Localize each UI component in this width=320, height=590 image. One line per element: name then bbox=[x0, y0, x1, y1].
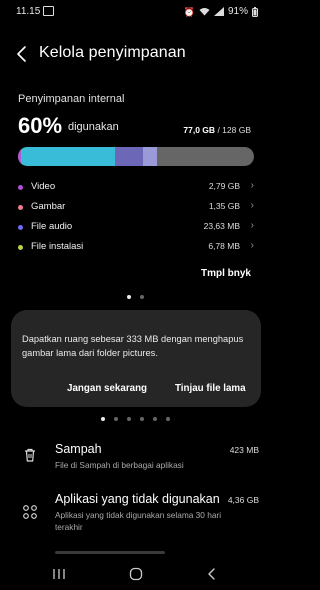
battery-percent: 91% bbox=[227, 6, 248, 17]
category-video[interactable]: Video 2,79 GB › bbox=[18, 180, 254, 198]
list-item-trash[interactable]: Sampah File di Sampah di berbagai aplika… bbox=[0, 436, 272, 476]
card-page-indicator bbox=[101, 417, 170, 423]
category-images[interactable]: Gambar 1,35 GB › bbox=[18, 200, 254, 218]
suggestion-message: Dapatkan ruang sebesar 333 MB dengan men… bbox=[22, 334, 244, 358]
page-dot bbox=[140, 295, 144, 299]
recent-apps-icon[interactable] bbox=[52, 567, 66, 581]
page-dot bbox=[166, 417, 170, 421]
chevron-right-icon: › bbox=[250, 200, 254, 211]
list-item-title: Sampah bbox=[55, 442, 102, 456]
category-label: File audio bbox=[31, 221, 73, 232]
category-dot bbox=[18, 225, 23, 230]
page-dot bbox=[114, 417, 118, 421]
category-label: File instalasi bbox=[31, 241, 84, 252]
wifi-icon bbox=[199, 8, 210, 16]
not-now-button[interactable]: Jangan sekarang bbox=[67, 383, 147, 394]
chevron-right-icon: › bbox=[250, 220, 254, 231]
category-install-files[interactable]: File instalasi 6,78 MB › bbox=[18, 240, 254, 258]
list-item-subtitle: Aplikasi yang tidak digunakan selama 30 … bbox=[55, 510, 222, 532]
page-dot bbox=[140, 417, 144, 421]
list-item-title: Aplikasi yang tidak digunakan bbox=[55, 492, 220, 506]
gallery-notification-icon bbox=[43, 6, 54, 16]
category-size: 2,79 GB bbox=[208, 181, 240, 191]
list-item-subtitle: File di Sampah di berbagai aplikasi bbox=[55, 460, 184, 470]
category-label: Gambar bbox=[31, 201, 66, 212]
status-time: 11.15 bbox=[16, 6, 41, 17]
list-item-size: 423 MB bbox=[229, 445, 259, 455]
usage-bar-segment bbox=[143, 147, 157, 166]
page-dot bbox=[153, 417, 157, 421]
apps-grid-icon bbox=[23, 505, 37, 519]
page-dot-active bbox=[101, 417, 105, 421]
usage-bar-segment bbox=[21, 147, 115, 166]
storage-used-amount: 77,0 GB bbox=[183, 125, 216, 135]
suggestion-card: Dapatkan ruang sebesar 333 MB dengan men… bbox=[11, 310, 261, 407]
chevron-right-icon: › bbox=[250, 240, 254, 251]
signal-icon bbox=[213, 7, 224, 16]
category-size: 6,78 MB bbox=[208, 241, 240, 251]
category-dot bbox=[18, 205, 23, 210]
list-item-unused-apps[interactable]: Aplikasi yang tidak digunakan Aplikasi y… bbox=[0, 486, 272, 536]
page-title: Kelola penyimpanan bbox=[39, 44, 186, 61]
status-icons: ⏰ 91% bbox=[184, 6, 258, 17]
chevron-right-icon: › bbox=[250, 180, 254, 191]
show-more-button[interactable]: Tmpl bnyk bbox=[201, 268, 251, 279]
storage-total-amount: / 128 GB bbox=[217, 125, 251, 135]
page-indicator bbox=[127, 295, 144, 301]
storage-percent: 60% bbox=[18, 113, 63, 138]
navigation-bar bbox=[0, 560, 272, 590]
page-dot-active bbox=[127, 295, 131, 299]
storage-total: 77,0 GB / 128 GB bbox=[183, 125, 251, 135]
review-old-files-button[interactable]: Tinjau file lama bbox=[175, 383, 246, 394]
category-size: 1,35 GB bbox=[208, 201, 240, 211]
category-size: 23,63 MB bbox=[203, 221, 240, 231]
trash-icon bbox=[25, 448, 35, 462]
back-nav-icon[interactable] bbox=[205, 567, 219, 581]
category-audio[interactable]: File audio 23,63 MB › bbox=[18, 220, 254, 238]
list-item-partial bbox=[55, 551, 165, 554]
usage-bar-segment bbox=[115, 147, 143, 166]
storage-section-label: Penyimpanan internal bbox=[18, 93, 125, 105]
category-dot bbox=[18, 185, 23, 190]
battery-icon bbox=[252, 6, 258, 17]
back-arrow-icon[interactable] bbox=[14, 44, 30, 64]
category-label: Video bbox=[31, 181, 56, 192]
storage-used-label: digunakan bbox=[68, 121, 119, 133]
alarm-icon: ⏰ bbox=[183, 6, 195, 17]
home-icon[interactable] bbox=[129, 567, 143, 581]
list-item-size: 4,36 GB bbox=[227, 495, 259, 505]
page-dot bbox=[127, 417, 131, 421]
storage-usage-bar bbox=[18, 147, 254, 166]
category-dot bbox=[18, 245, 23, 250]
status-bar: 11.15 ⏰ 91% bbox=[0, 0, 272, 24]
